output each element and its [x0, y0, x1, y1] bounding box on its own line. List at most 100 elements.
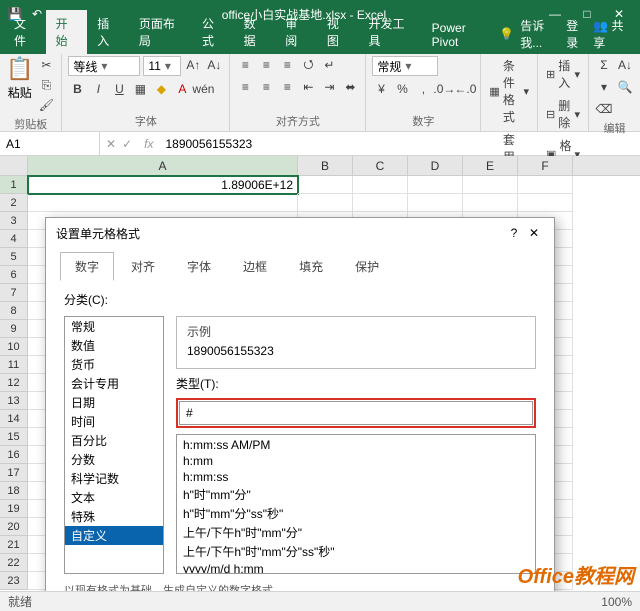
row-header[interactable]: 16	[0, 446, 28, 464]
cell[interactable]	[408, 176, 463, 194]
format-codes-listbox[interactable]: h:mm:ss AM/PMh:mmh:mm:ssh"时"mm"分"h"时"mm"…	[176, 434, 536, 574]
category-item[interactable]: 货币	[65, 355, 163, 374]
wrap-text-icon[interactable]: ↵	[320, 56, 338, 74]
row-header[interactable]: 7	[0, 284, 28, 302]
name-box[interactable]: A1	[0, 132, 100, 155]
orientation-icon[interactable]: ⭯	[299, 56, 317, 74]
cut-icon[interactable]: ✂	[37, 56, 55, 74]
cell[interactable]	[518, 194, 573, 212]
row-header[interactable]: 8	[0, 302, 28, 320]
italic-button[interactable]: I	[89, 80, 107, 98]
category-item[interactable]: 特殊	[65, 507, 163, 526]
cell[interactable]	[28, 194, 298, 212]
format-code-item[interactable]: h:mm	[183, 453, 529, 469]
font-name-combo[interactable]: 等线▾	[68, 56, 140, 76]
row-header[interactable]: 5	[0, 248, 28, 266]
dlg-tab-protect[interactable]: 保护	[340, 252, 394, 281]
align-left-icon[interactable]: ≡	[236, 78, 254, 96]
row-header[interactable]: 3	[0, 212, 28, 230]
number-format-combo[interactable]: 常规▾	[372, 56, 438, 76]
formula-input[interactable]: 1890056155323	[159, 137, 640, 151]
align-right-icon[interactable]: ≡	[278, 78, 296, 96]
format-painter-icon[interactable]: 🖌	[37, 96, 55, 114]
dlg-tab-font[interactable]: 字体	[172, 252, 226, 281]
decrease-font-icon[interactable]: A↓	[205, 56, 223, 74]
copy-icon[interactable]: ⎘	[37, 76, 55, 94]
tab-view[interactable]: 视图	[317, 10, 359, 54]
align-center-icon[interactable]: ≡	[257, 78, 275, 96]
percent-icon[interactable]: %	[393, 80, 411, 98]
autosum-icon[interactable]: Σ	[595, 56, 613, 74]
format-code-item[interactable]: h"时"mm"分"	[183, 485, 529, 504]
format-code-item[interactable]: h:mm:ss	[183, 469, 529, 485]
tab-review[interactable]: 审阅	[275, 10, 317, 54]
help-icon[interactable]: ?	[504, 226, 524, 240]
comma-icon[interactable]: ,	[414, 80, 432, 98]
row-header[interactable]: 14	[0, 410, 28, 428]
category-listbox[interactable]: 常规数值货币会计专用日期时间百分比分数科学记数文本特殊自定义	[64, 316, 164, 574]
row-header[interactable]: 18	[0, 482, 28, 500]
format-code-item[interactable]: yyyy/m/d h:mm	[183, 561, 529, 574]
row-header[interactable]: 1	[0, 176, 28, 194]
share-button[interactable]: 👥 共享	[593, 17, 630, 51]
increase-indent-icon[interactable]: ⇥	[320, 78, 338, 96]
dlg-tab-fill[interactable]: 填充	[284, 252, 338, 281]
row-header[interactable]: 23	[0, 572, 28, 590]
insert-cells-button[interactable]: ⊞ 插入 ▾	[544, 56, 582, 92]
col-header-B[interactable]: B	[298, 156, 353, 175]
category-item[interactable]: 常规	[65, 317, 163, 336]
col-header-C[interactable]: C	[353, 156, 408, 175]
paste-button[interactable]: 粘贴	[8, 84, 32, 101]
underline-button[interactable]: U	[110, 80, 128, 98]
cell[interactable]: 1.89006E+12	[28, 176, 298, 194]
cell[interactable]	[298, 194, 353, 212]
row-header[interactable]: 4	[0, 230, 28, 248]
tab-page-layout[interactable]: 页面布局	[129, 10, 192, 54]
dlg-tab-align[interactable]: 对齐	[116, 252, 170, 281]
delete-cells-button[interactable]: ⊟ 删除 ▾	[544, 96, 582, 132]
bold-button[interactable]: B	[68, 80, 86, 98]
row-header[interactable]: 13	[0, 392, 28, 410]
row-header[interactable]: 22	[0, 554, 28, 572]
font-color-icon[interactable]: A	[173, 80, 191, 98]
row-header[interactable]: 20	[0, 518, 28, 536]
align-bottom-icon[interactable]: ≡	[278, 56, 296, 74]
row-header[interactable]: 11	[0, 356, 28, 374]
cell[interactable]	[463, 194, 518, 212]
align-middle-icon[interactable]: ≡	[257, 56, 275, 74]
category-item[interactable]: 文本	[65, 488, 163, 507]
row-header[interactable]: 15	[0, 428, 28, 446]
border-icon[interactable]: ▦	[131, 80, 149, 98]
conditional-formatting-button[interactable]: ▦ 条件格式 ▾	[487, 56, 531, 126]
enter-formula-icon[interactable]: ✓	[122, 137, 132, 151]
col-header-A[interactable]: A	[28, 156, 298, 175]
merge-icon[interactable]: ⬌	[341, 78, 359, 96]
cancel-formula-icon[interactable]: ✕	[106, 137, 116, 151]
cell[interactable]	[298, 176, 353, 194]
sort-filter-icon[interactable]: A↓	[616, 56, 634, 74]
col-header-E[interactable]: E	[463, 156, 518, 175]
row-header[interactable]: 19	[0, 500, 28, 518]
category-item[interactable]: 分数	[65, 450, 163, 469]
cell[interactable]	[408, 194, 463, 212]
col-header-F[interactable]: F	[518, 156, 573, 175]
tab-formula[interactable]: 公式	[192, 10, 234, 54]
category-item[interactable]: 会计专用	[65, 374, 163, 393]
format-code-item[interactable]: 上午/下午h"时"mm"分"	[183, 523, 529, 542]
row-header[interactable]: 2	[0, 194, 28, 212]
dialog-close-icon[interactable]: ✕	[524, 226, 544, 240]
decrease-indent-icon[interactable]: ⇤	[299, 78, 317, 96]
row-header[interactable]: 12	[0, 374, 28, 392]
fill-color-icon[interactable]: ◆	[152, 80, 170, 98]
row-header[interactable]: 9	[0, 320, 28, 338]
tab-file[interactable]: 文件	[4, 10, 46, 54]
select-all-corner[interactable]	[0, 156, 28, 175]
format-code-item[interactable]: h:mm:ss AM/PM	[183, 437, 529, 453]
col-header-D[interactable]: D	[408, 156, 463, 175]
row-header[interactable]: 21	[0, 536, 28, 554]
format-code-item[interactable]: h"时"mm"分"ss"秒"	[183, 504, 529, 523]
tab-data[interactable]: 数据	[234, 10, 276, 54]
cell[interactable]	[353, 176, 408, 194]
tab-home[interactable]: 开始	[46, 10, 88, 54]
row-header[interactable]: 6	[0, 266, 28, 284]
